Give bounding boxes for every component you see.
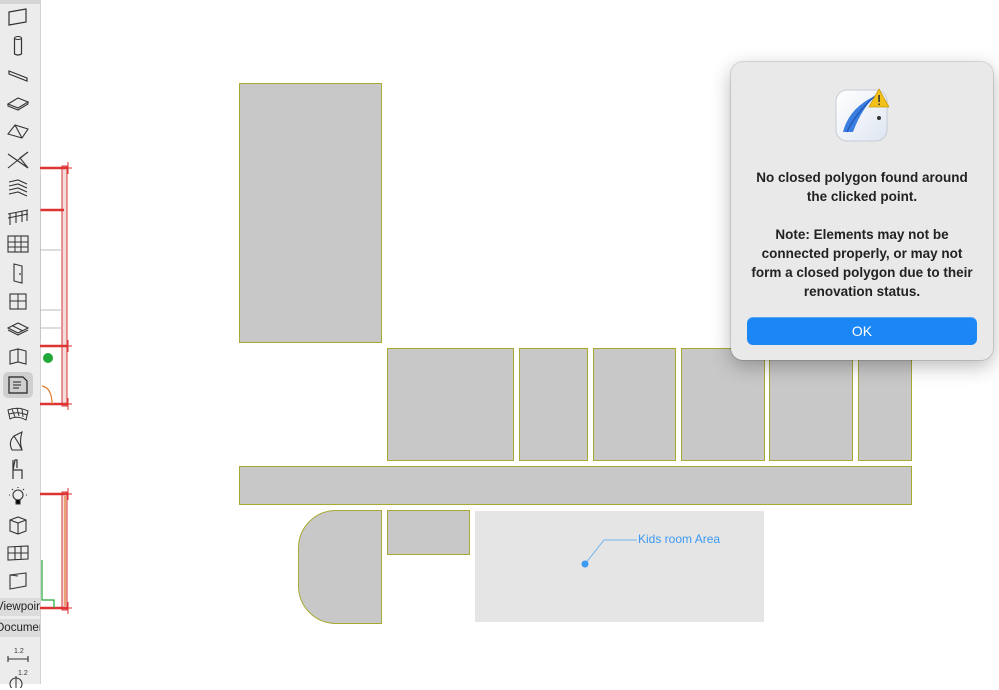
section-tool-icon [9,572,27,590]
section-tool[interactable] [3,568,33,594]
lamp-tool[interactable] [3,484,33,510]
zone-room-2[interactable] [519,348,588,461]
document-palette-label[interactable]: Document [0,619,40,637]
zone-corridor[interactable] [239,466,912,505]
dialog-note: Note: Elements may not be connected prop… [751,227,973,299]
beam-tool[interactable] [3,62,33,88]
angle-dimension-value: 1.2 [18,670,28,677]
skylight-tool[interactable] [3,316,33,342]
slab-tool-icon [6,97,30,111]
mesh-tool[interactable] [3,400,33,426]
column-tool[interactable] [3,33,33,59]
mesh-tool-icon [7,407,29,421]
railing-tool[interactable] [3,203,33,229]
skylight-tool-icon [6,322,30,336]
roof-tool-icon [7,124,29,139]
app-warning-icon [835,88,889,142]
zone-room-1[interactable] [387,348,514,461]
wall-tool-icon [8,8,27,26]
railing-tool-icon [7,209,29,225]
wall-tool[interactable] [3,4,33,30]
zone-small[interactable] [387,510,470,555]
dimension-tool-value: 1.2 [14,648,24,655]
door-tool[interactable] [3,260,33,286]
angle-dimension-tool[interactable]: 1.2 [3,664,33,690]
zone-room-5[interactable] [769,348,853,461]
shell-tool[interactable] [3,147,33,173]
door-tool-icon [13,263,23,284]
equipment-tool-icon [9,516,27,535]
stair-tool[interactable] [3,175,33,201]
dialog-message: No closed polygon found around the click… [756,170,968,204]
stair-tool-icon [8,179,28,197]
zone-room-6[interactable] [858,348,912,461]
object-tool-icon [12,459,23,479]
object-tool[interactable] [3,456,33,482]
curtain-wall-tool[interactable] [3,231,33,257]
zone-name-label[interactable]: Kids room Area [638,532,720,546]
zone-tall[interactable] [239,83,382,343]
equipment-tool[interactable] [3,512,33,538]
viewpoint-palette-label[interactable]: Viewpoint [0,598,40,616]
zone-tool[interactable] [3,372,33,398]
zone-rounded[interactable] [298,510,382,624]
opening-tool-icon [9,348,27,365]
morph-tool[interactable] [3,428,33,454]
angle-dimension-icon: 1.2 [9,670,28,688]
zone-label-leader [581,539,637,568]
opening-tool[interactable] [3,344,33,370]
toolbox: Viewpoint Document 1.2 1.2 [0,0,41,688]
ok-button[interactable]: OK [747,317,977,345]
zone-room-4[interactable] [681,348,765,461]
grid-tool[interactable] [3,540,33,566]
beam-tool-icon [8,70,28,82]
dimension-tool-icon: 1.2 [7,648,29,662]
slab-tool[interactable] [3,90,33,116]
alert-dialog: No closed polygon found around the click… [731,62,993,360]
zone-room-3[interactable] [593,348,676,461]
roof-tool[interactable] [3,118,33,144]
window-tool-icon [9,293,27,310]
shell-tool-icon [7,151,29,169]
morph-tool-icon [9,430,23,451]
window-tool[interactable] [3,288,33,314]
grid-tool-icon [7,545,29,561]
zone-tool-icon [8,376,28,394]
lamp-tool-icon [9,487,27,505]
curtain-wall-tool-icon [7,235,29,253]
column-tool-icon [13,36,23,56]
